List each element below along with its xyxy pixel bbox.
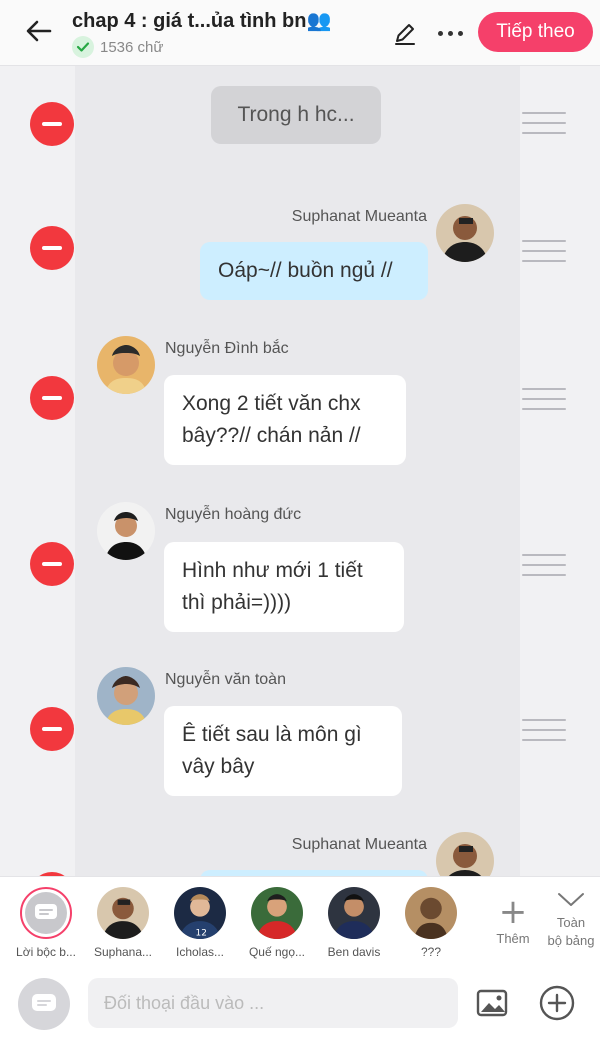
word-count: 1536 chữ [72, 36, 163, 58]
sender-name: Nguyễn văn toàn [165, 671, 286, 688]
narrator-icon [35, 904, 57, 919]
delete-message-button[interactable] [30, 102, 74, 146]
character-item[interactable]: ??? [393, 887, 469, 959]
arrow-left-icon [26, 20, 52, 42]
add-character-button[interactable]: + Thêm [490, 895, 536, 946]
message-text-line: vây bây [182, 755, 255, 778]
message-type-button[interactable] [18, 978, 70, 1030]
character-name: Quế ngọ... [248, 945, 306, 959]
character-narrator[interactable]: Lời bộc b... [8, 887, 84, 959]
top-bar: chap 4 : giá t...ủa tình bn👥 1536 chữ Ti… [0, 0, 600, 66]
delete-message-button[interactable] [30, 376, 74, 420]
drag-handle-icon[interactable] [522, 388, 566, 410]
message-text-line: Hình như mới 1 tiết [182, 559, 363, 582]
dot-icon [447, 30, 453, 36]
avatar [328, 887, 380, 939]
sender-name: Nguyễn hoàng đức [165, 506, 302, 523]
input-bar [0, 968, 600, 1038]
chapter-title[interactable]: chap 4 : giá t...ủa tình bn👥 [72, 8, 331, 33]
delete-message-button[interactable] [30, 707, 74, 751]
drag-handle-icon[interactable] [522, 554, 566, 576]
dialogue-input[interactable] [88, 978, 458, 1028]
drag-handle-icon[interactable] [522, 240, 566, 262]
narration-bubble[interactable]: Trong h hc... [211, 86, 381, 144]
avatar[interactable] [436, 204, 494, 262]
sender-name: Suphanat Mueanta [291, 208, 427, 225]
character-item[interactable]: Quế ngọ... [239, 887, 315, 959]
message-text-line: Xong 2 tiết văn chx [182, 392, 361, 415]
message-text-line: thì phải=)))) [182, 591, 292, 614]
expand-all-label: bộ bảng [547, 933, 595, 948]
message-text-line: bây??// chán nản // [182, 424, 361, 447]
chat-area[interactable]: Trong h hc... Suphanat Mueanta Oáp~// bu… [0, 66, 600, 876]
plus-circle-icon [539, 985, 575, 1021]
character-name: ??? [420, 945, 442, 959]
next-button[interactable]: Tiếp theo [478, 12, 593, 52]
character-name: Ben davis [327, 945, 381, 959]
drag-handle-icon[interactable] [522, 719, 566, 741]
sender-name: Suphanat Mueanta [291, 836, 427, 853]
delete-message-button[interactable] [30, 226, 74, 270]
check-icon [72, 36, 94, 58]
character-name: Lời bộc b... [16, 945, 76, 959]
drag-handle-icon[interactable] [522, 112, 566, 134]
avatar [251, 887, 303, 939]
image-icon [476, 989, 508, 1017]
delete-message-button[interactable] [30, 542, 74, 586]
dot-icon [457, 30, 463, 36]
message-bubble[interactable]: Ê tiết sau là môn gì vây bây [164, 706, 402, 796]
character-name: Suphana... [93, 945, 153, 959]
back-button[interactable] [22, 14, 56, 48]
word-count-text: 1536 chữ [100, 38, 164, 56]
avatar: 12 [174, 887, 226, 939]
message-text-line: Ê tiết sau là môn gì [182, 723, 362, 746]
message-bubble[interactable]: Xong 2 tiết văn chx bây??// chán nản // [164, 375, 406, 465]
chevron-down-icon [558, 893, 584, 906]
avatar[interactable] [97, 336, 155, 394]
chat-bubble-icon [32, 994, 56, 1011]
insert-image-button[interactable] [476, 988, 508, 1018]
sender-name: Nguyễn Đình bắc [165, 340, 289, 357]
expand-all-label: Toàn [556, 915, 586, 930]
plus-icon: + [498, 892, 528, 932]
character-bar: Lời bộc b... Suphana... 12 Icholas... Qu… [0, 876, 600, 968]
character-item[interactable]: 12 Icholas... [162, 887, 238, 959]
more-options-button[interactable] [432, 18, 468, 48]
avatar [97, 887, 149, 939]
message-bubble[interactable]: Oáp~// buồn ngủ // [200, 242, 428, 300]
pencil-icon [395, 24, 415, 45]
narrator-avatar [20, 887, 72, 939]
svg-text:12: 12 [196, 928, 207, 938]
character-name: Icholas... [175, 945, 225, 959]
character-item[interactable]: Ben davis [316, 887, 392, 959]
expand-all-button[interactable]: Toàn bộ bảng [540, 891, 600, 950]
message-bubble[interactable]: Hình như mới 1 tiết thì phải=)))) [164, 542, 404, 632]
dot-icon [437, 30, 443, 36]
avatar[interactable] [97, 667, 155, 725]
character-item[interactable]: Suphana... [85, 887, 161, 959]
avatar[interactable] [97, 502, 155, 560]
add-button[interactable] [538, 984, 576, 1022]
edit-button[interactable] [390, 18, 420, 48]
avatar [405, 887, 457, 939]
add-character-label: Thêm [496, 931, 530, 946]
